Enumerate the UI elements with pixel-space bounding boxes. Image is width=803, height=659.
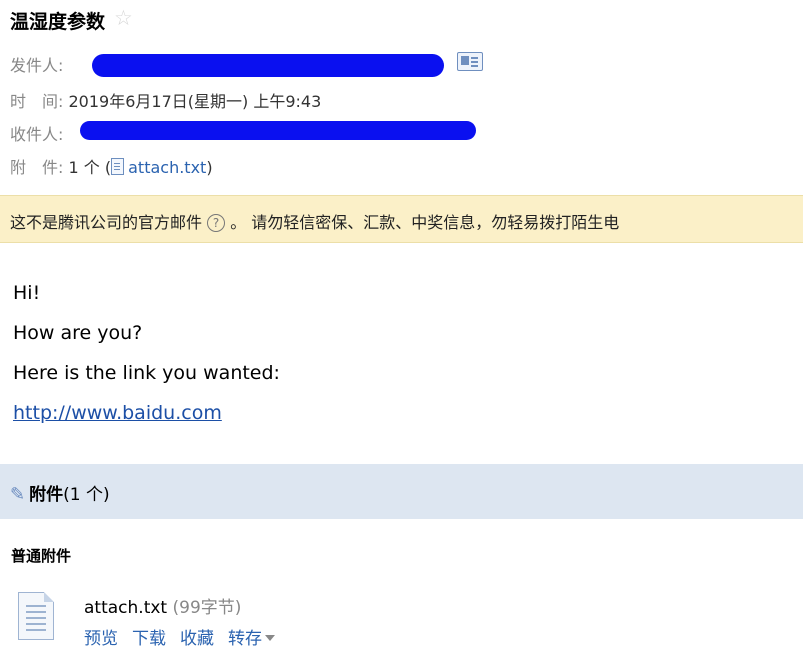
attachments-bar: ✎ 附件(1 个) bbox=[0, 464, 803, 519]
help-icon[interactable]: ? bbox=[207, 214, 226, 232]
favorite-link[interactable]: 收藏 bbox=[180, 629, 214, 649]
attachment-row: 附 件: 1 个 (attach.txt) bbox=[10, 154, 213, 178]
save-to-link[interactable]: 转存 bbox=[228, 629, 275, 649]
sender-redaction bbox=[92, 54, 444, 77]
warning-text-a: 这不是腾讯公司的官方邮件 bbox=[10, 213, 203, 232]
sender-label: 发件人: bbox=[10, 56, 64, 75]
attachment-file-size: (99字节) bbox=[172, 598, 242, 618]
contact-card-icon[interactable] bbox=[457, 52, 483, 71]
warning-text-b: 。 请勿轻信密保、汇款、中奖信息，勿轻易拨打陌生电 bbox=[230, 213, 620, 232]
attachments-count: (1 个) bbox=[63, 485, 110, 505]
attachment-file-row: attach.txt (99字节) bbox=[84, 593, 241, 618]
file-icon bbox=[111, 158, 125, 175]
time-value: 2019年6月17日(星期一) 上午9:43 bbox=[68, 92, 322, 111]
section-title: 普通附件 bbox=[11, 547, 72, 565]
attachment-actions: 预览 下载 收藏 转存 bbox=[84, 624, 289, 649]
time-label: 时 间: bbox=[10, 92, 64, 111]
document-icon[interactable] bbox=[18, 592, 54, 640]
attachment-label: 附 件: bbox=[10, 158, 64, 177]
attachment-link[interactable]: attach.txt bbox=[128, 158, 206, 177]
sender-row: 发件人: bbox=[10, 52, 63, 76]
time-row: 时 间: 2019年6月17日(星期一) 上午9:43 bbox=[10, 88, 321, 112]
body-line-2: How are you? bbox=[13, 322, 143, 344]
body-line-1: Hi! bbox=[13, 282, 41, 304]
recipient-label: 收件人: bbox=[10, 125, 64, 144]
preview-link[interactable]: 预览 bbox=[84, 629, 118, 649]
paperclip-icon: ✎ bbox=[10, 484, 26, 505]
recipient-row: 收件人: bbox=[10, 121, 63, 145]
star-icon[interactable]: ☆ bbox=[114, 6, 133, 30]
chevron-down-icon bbox=[265, 635, 275, 641]
attachment-close-paren: ) bbox=[206, 158, 213, 177]
body-line-3: Here is the link you wanted: bbox=[13, 362, 280, 384]
warning-bar: 这不是腾讯公司的官方邮件 ? 。 请勿轻信密保、汇款、中奖信息，勿轻易拨打陌生电 bbox=[0, 195, 803, 243]
attachment-file-name[interactable]: attach.txt bbox=[84, 598, 167, 618]
email-subject: 温湿度参数 bbox=[10, 11, 106, 33]
attachments-title: 附件 bbox=[29, 485, 64, 505]
attachment-count: 1 个 bbox=[68, 158, 100, 177]
body-link[interactable]: http://www.baidu.com bbox=[13, 402, 222, 424]
save-to-label: 转存 bbox=[228, 629, 262, 649]
download-link[interactable]: 下载 bbox=[132, 629, 166, 649]
recipient-redaction bbox=[80, 121, 476, 140]
